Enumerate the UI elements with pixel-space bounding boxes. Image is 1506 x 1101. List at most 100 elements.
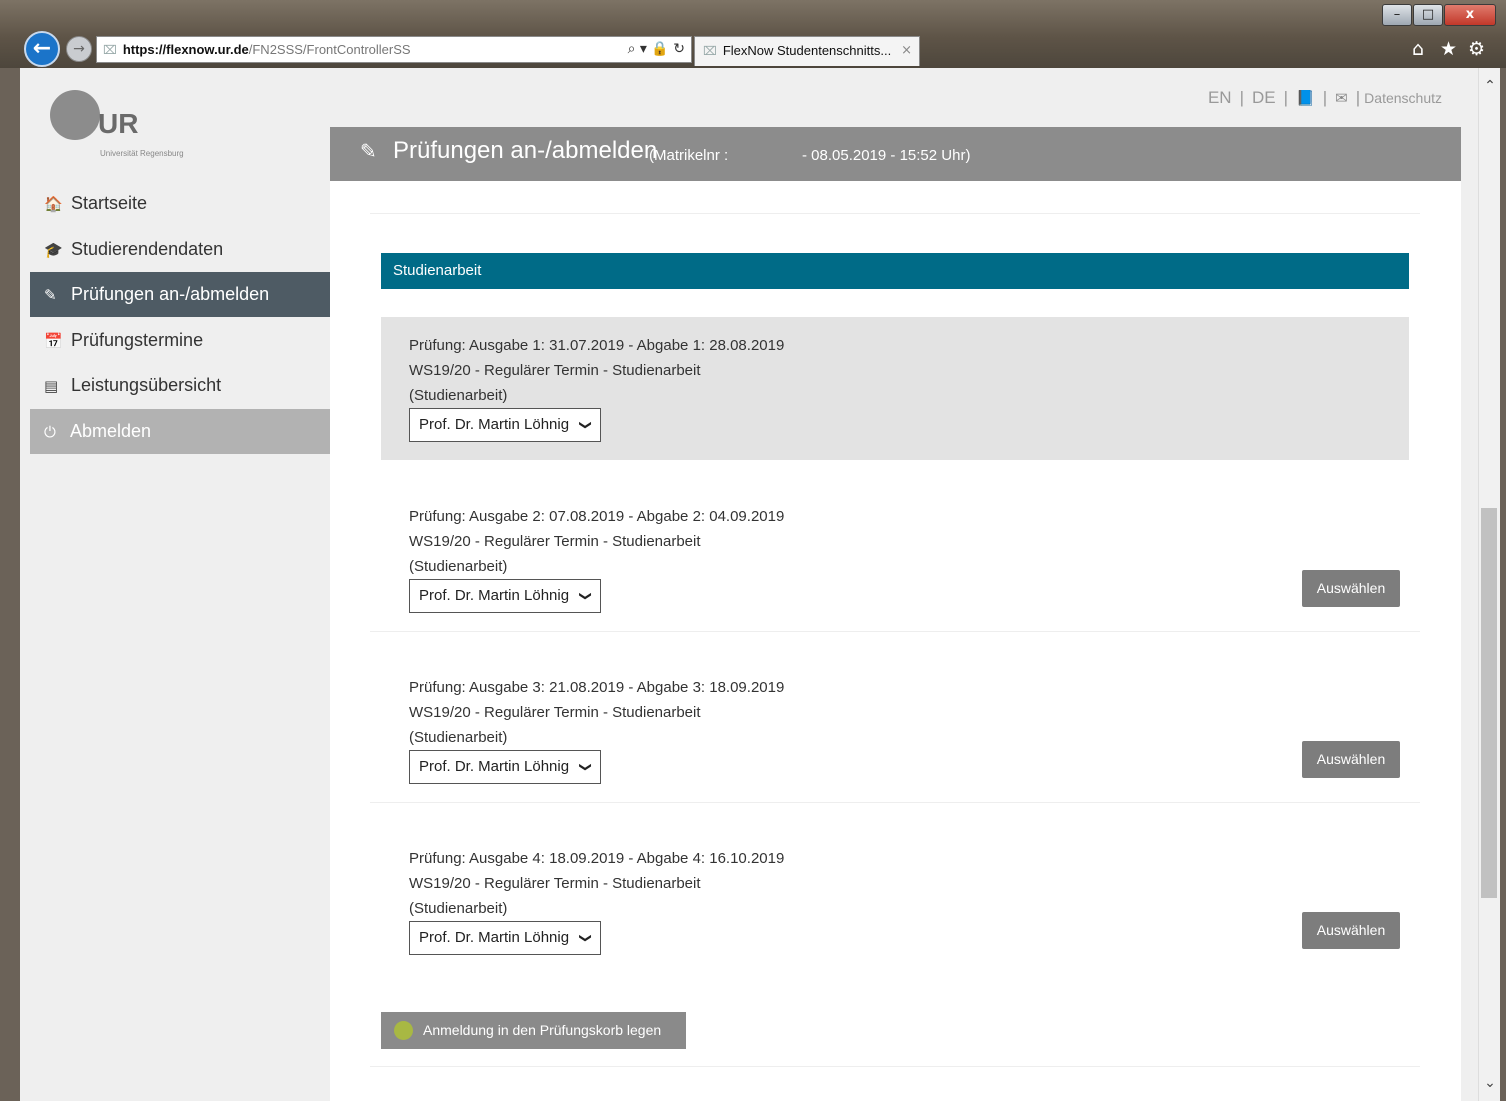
university-logo[interactable]: UR Universität Regensburg (50, 90, 350, 170)
lang-de-link[interactable]: DE (1252, 88, 1276, 108)
section-header: Studienarbeit (381, 253, 1409, 289)
tab-flexnow[interactable]: ⌧ FlexNow Studentenschnitts... × (694, 36, 920, 66)
chevron-down-icon: ❯ (578, 419, 593, 431)
divider (370, 631, 1420, 632)
exam-option-3: Prüfung: Ausgabe 3: 21.08.2019 - Abgabe … (381, 659, 1409, 802)
examiner-value: Prof. Dr. Martin Löhnig (419, 416, 570, 433)
sidebar-item-label: Studierendendaten (71, 238, 224, 259)
sidebar-item-label: Leistungsübersicht (71, 375, 222, 395)
browser-titlebar: – □ x ← → ⌧ https://flexnow.ur.de/FN2SSS/… (0, 0, 1506, 68)
exam-option-2: Prüfung: Ausgabe 2: 07.08.2019 - Abgabe … (381, 488, 1409, 631)
mail-icon[interactable]: ✉ (1335, 89, 1348, 107)
select-button[interactable]: Auswählen (1302, 741, 1400, 778)
sidebar-item-label: Prüfungstermine (71, 329, 204, 350)
divider (370, 213, 1420, 214)
home-icon: 🏠 (44, 195, 63, 213)
graduation-cap-icon: 🎓 (44, 240, 63, 259)
book-icon[interactable]: 📘 (1296, 89, 1315, 107)
matrikel-label: (Matrikelnr : (649, 147, 729, 164)
exam-term: WS19/20 - Regulärer Termin - Studienarbe… (409, 362, 701, 379)
tab-title: FlexNow Studentenschnitts... (722, 43, 892, 58)
page-header: ✎ Prüfungen an-/abmelden (Matrikelnr : -… (330, 127, 1461, 181)
exam-option-1: Prüfung: Ausgabe 1: 31.07.2019 - Abgabe … (381, 317, 1409, 460)
add-to-basket-button[interactable]: Anmeldung in den Prüfungskorb legen (381, 1012, 686, 1049)
sidebar-item-label: Prüfungen an-/abmelden (71, 284, 270, 304)
logo-subtitle: Universität Regensburg (100, 149, 184, 158)
scroll-down-icon[interactable]: ⌄ (1479, 1071, 1501, 1095)
logo-circle (50, 90, 100, 140)
logo-letters: UR (98, 108, 139, 139)
url-host: https://flexnow.ur.de (122, 42, 249, 57)
examiner-value: Prof. Dr. Martin Löhnig (419, 929, 570, 946)
examiner-select[interactable]: Prof. Dr. Martin Löhnig ❯ (409, 579, 601, 613)
privacy-link[interactable]: Datenschutz (1364, 90, 1442, 106)
chevron-down-icon: ❯ (578, 590, 593, 602)
scroll-up-icon[interactable]: ⌃ (1479, 74, 1501, 98)
header-datetime: - 08.05.2019 - 15:52 Uhr) (802, 147, 971, 164)
sidebar-item-pruefungen[interactable]: ✎ Prüfungen an-/abmelden (30, 272, 330, 317)
exam-type: (Studienarbeit) (409, 558, 508, 575)
tab-close-icon[interactable]: × (901, 37, 912, 65)
exam-type: (Studienarbeit) (409, 729, 508, 746)
exam-dates: Prüfung: Ausgabe 3: 21.08.2019 - Abgabe … (409, 679, 785, 696)
sidebar-item-startseite[interactable]: 🏠 Startseite (30, 181, 330, 226)
select-button[interactable]: Auswählen (1302, 570, 1400, 607)
examiner-value: Prof. Dr. Martin Löhnig (419, 587, 570, 604)
basket-button-label: Anmeldung in den Prüfungskorb legen (423, 1022, 662, 1038)
examiner-value: Prof. Dr. Martin Löhnig (419, 758, 570, 775)
window-minimize-button[interactable]: – (1382, 4, 1412, 26)
lang-en-link[interactable]: EN (1208, 88, 1232, 108)
exam-term: WS19/20 - Regulärer Termin - Studienarbe… (409, 533, 701, 550)
back-arrow-icon[interactable]: ← (24, 31, 60, 67)
sidebar-item-pruefungstermine[interactable]: 📅 Prüfungstermine (30, 318, 330, 363)
url-path: /FN2SSS/FrontControllerSS (248, 42, 411, 57)
separator: | (1239, 88, 1245, 107)
basket-icon (394, 1021, 413, 1040)
chevron-down-icon: ❯ (578, 932, 593, 944)
forward-arrow-icon[interactable]: → (66, 36, 92, 62)
page-viewport: UR Universität Regensburg 🏠 Startseite 🎓… (20, 68, 1500, 1101)
settings-gear-icon[interactable]: ⚙ (1468, 38, 1485, 60)
address-bar[interactable]: ⌧ https://flexnow.ur.de/FN2SSS/FrontContr… (96, 36, 692, 63)
tab-favicon: ⌧ (703, 44, 717, 58)
exam-dates: Prüfung: Ausgabe 4: 18.09.2019 - Abgabe … (409, 850, 785, 867)
chevron-down-icon: ❯ (578, 761, 593, 773)
window-maximize-button[interactable]: □ (1413, 4, 1443, 26)
address-tools-icon[interactable]: ⌕ ▾ 🔒 ↻ (628, 37, 685, 62)
examiner-select[interactable]: Prof. Dr. Martin Löhnig ❯ (409, 750, 601, 784)
main-content: Studienarbeit Prüfung: Ausgabe 1: 31.07.… (330, 181, 1461, 1101)
exam-option-4: Prüfung: Ausgabe 4: 18.09.2019 - Abgabe … (381, 830, 1409, 973)
exam-term: WS19/20 - Regulärer Termin - Studienarbe… (409, 704, 701, 721)
edit-icon: ✎ (360, 139, 377, 163)
calendar-icon: 📅 (44, 331, 63, 350)
scrollbar-thumb[interactable] (1481, 508, 1497, 898)
window-close-button[interactable]: x (1444, 4, 1496, 26)
list-icon: ▤ (44, 377, 59, 395)
exam-dates: Prüfung: Ausgabe 1: 31.07.2019 - Abgabe … (409, 337, 785, 354)
favorites-star-icon[interactable]: ★ (1440, 38, 1457, 60)
page-title: Prüfungen an-/abmelden (393, 137, 658, 164)
top-links: EN | DE | 📘 | ✉ | Datenschutz (1208, 88, 1442, 108)
divider (370, 802, 1420, 803)
sidebar-item-leistungsuebersicht[interactable]: ▤ Leistungsübersicht (30, 363, 330, 408)
sidebar-nav: 🏠 Startseite 🎓 Studierendendaten ✎ Prüfu… (30, 181, 330, 454)
divider (370, 1066, 1420, 1067)
separator: | (1283, 88, 1289, 107)
examiner-select[interactable]: Prof. Dr. Martin Löhnig ❯ (409, 921, 601, 955)
sidebar-item-label: Startseite (71, 193, 148, 213)
exam-dates: Prüfung: Ausgabe 2: 07.08.2019 - Abgabe … (409, 508, 785, 525)
sidebar-item-label: Abmelden (70, 420, 152, 441)
exam-type: (Studienarbeit) (409, 900, 508, 917)
power-icon: ⏻ (44, 422, 56, 441)
separator: | (1355, 88, 1361, 107)
exam-term: WS19/20 - Regulärer Termin - Studienarbe… (409, 875, 701, 892)
page-scrollbar[interactable]: ⌃ ⌄ (1478, 68, 1500, 1101)
sidebar-item-studierendendaten[interactable]: 🎓 Studierendendaten (30, 227, 330, 272)
examiner-select[interactable]: Prof. Dr. Martin Löhnig ❯ (409, 408, 601, 442)
home-icon[interactable]: ⌂ (1412, 38, 1424, 60)
select-button[interactable]: Auswählen (1302, 912, 1400, 949)
separator: | (1322, 88, 1328, 107)
site-favicon: ⌧ (103, 43, 117, 57)
sidebar-item-abmelden[interactable]: ⏻ Abmelden (30, 408, 330, 454)
exam-type: (Studienarbeit) (409, 387, 508, 404)
